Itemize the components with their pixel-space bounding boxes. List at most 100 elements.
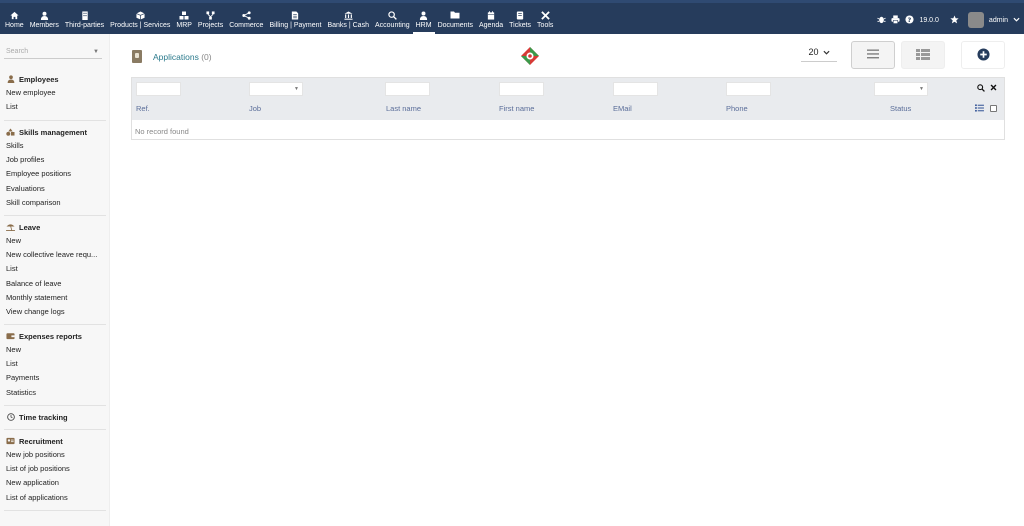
- sidebar-item-skills[interactable]: Skills: [0, 139, 104, 153]
- sidebar-title-time-tracking[interactable]: Time tracking: [0, 410, 110, 424]
- clear-filter-icon[interactable]: [990, 84, 997, 91]
- sidebar-section-time-tracking: Time tracking: [0, 410, 110, 424]
- sidebar-item-new-collective-leave[interactable]: New collective leave requ...: [0, 248, 104, 262]
- menu-projects[interactable]: Projects: [195, 6, 226, 34]
- sidebar-item-new-expense[interactable]: New: [0, 343, 104, 357]
- sidebar-item-evaluations[interactable]: Evaluations: [0, 182, 104, 196]
- caret-down-icon: ▼: [294, 86, 299, 92]
- sidebar-search-input[interactable]: Search ▼: [4, 45, 102, 59]
- filter-firstname-input[interactable]: [499, 82, 544, 96]
- column-header-status[interactable]: Status: [890, 104, 911, 113]
- building-icon: [80, 10, 90, 20]
- sidebar-item-new-job-positions[interactable]: New job positions: [0, 448, 104, 462]
- menu-billing-payment[interactable]: Billing | Payment: [266, 6, 324, 34]
- sidebar-item-balance-of-leave[interactable]: Balance of leave: [0, 277, 104, 291]
- sidebar-title-employees[interactable]: Employees: [0, 72, 110, 86]
- sidebar-item-view-change-logs[interactable]: View change logs: [0, 305, 104, 319]
- page-title: Applications (0): [153, 52, 212, 62]
- filter-lastname-input[interactable]: [385, 82, 430, 96]
- sidebar-divider: [4, 510, 106, 511]
- search-dollar-icon: [387, 10, 397, 20]
- page-size-select[interactable]: 20: [801, 42, 837, 62]
- avatar[interactable]: [967, 12, 984, 28]
- sidebar-title-expenses[interactable]: Expenses reports: [0, 329, 110, 343]
- main-menu: Home Members Third-parties Products | Se…: [2, 6, 556, 34]
- menu-banks-cash[interactable]: Banks | Cash: [324, 6, 372, 34]
- caret-down-icon[interactable]: ▼: [93, 45, 99, 59]
- star-icon[interactable]: [950, 14, 959, 26]
- plus-circle-icon: [976, 47, 990, 63]
- column-header-phone[interactable]: Phone: [726, 104, 748, 113]
- members-icon: [39, 10, 49, 20]
- user-tie-icon: [419, 10, 429, 20]
- filter-ref-input[interactable]: [136, 82, 181, 96]
- sidebar-title-leave[interactable]: Leave: [0, 220, 110, 234]
- column-header-firstname[interactable]: First name: [499, 104, 534, 113]
- column-header-email[interactable]: EMail: [613, 104, 632, 113]
- sidebar-item-payments[interactable]: Payments: [0, 371, 104, 385]
- record-count: (0): [201, 52, 212, 62]
- column-header-job[interactable]: Job: [249, 104, 261, 113]
- sidebar-title-recruitment[interactable]: Recruitment: [0, 434, 110, 448]
- company-logo: [521, 47, 539, 65]
- version-label: 19.0.0: [919, 16, 939, 24]
- cube-icon: [135, 10, 145, 20]
- column-select-icon[interactable]: [975, 104, 984, 112]
- list-view-button[interactable]: [851, 41, 895, 69]
- topbar-right-tools: ? 19.0.0 admin: [877, 12, 1020, 28]
- chevron-down-icon[interactable]: [1013, 17, 1020, 24]
- grid-icon: [916, 48, 930, 62]
- home-icon: [9, 10, 19, 20]
- menu-hrm[interactable]: HRM: [412, 6, 435, 34]
- ticket-icon: [515, 10, 525, 20]
- user-name[interactable]: admin: [989, 17, 1008, 24]
- bug-icon[interactable]: [877, 15, 887, 26]
- menu-tickets[interactable]: Tickets: [506, 6, 534, 34]
- menu-tools[interactable]: Tools: [534, 6, 556, 34]
- sidebar-item-list-of-applications[interactable]: List of applications: [0, 491, 104, 505]
- sidebar-item-skill-comparison[interactable]: Skill comparison: [0, 196, 104, 210]
- menu-documents[interactable]: Documents: [435, 6, 476, 34]
- kanban-view-button[interactable]: [901, 41, 945, 69]
- sidebar-item-new-application[interactable]: New application: [0, 476, 104, 490]
- id-badge-icon: [6, 437, 15, 446]
- menu-agenda[interactable]: Agenda: [476, 6, 506, 34]
- filter-email-input[interactable]: [613, 82, 658, 96]
- menu-mrp[interactable]: MRP: [173, 6, 195, 34]
- menu-home[interactable]: Home: [2, 6, 27, 34]
- select-all-checkbox[interactable]: [990, 105, 997, 112]
- sidebar-item-monthly-statement[interactable]: Monthly statement: [0, 291, 104, 305]
- filter-status-select[interactable]: ▼: [874, 82, 928, 96]
- column-header-lastname[interactable]: Last name: [386, 104, 421, 113]
- sidebar-divider: [4, 120, 106, 121]
- sidebar-item-employee-list[interactable]: List: [0, 100, 104, 114]
- sidebar-title-skills[interactable]: Skills management: [0, 125, 110, 139]
- sidebar-item-expense-list[interactable]: List: [0, 357, 104, 371]
- sidebar-item-new-employee[interactable]: New employee: [0, 86, 104, 100]
- shapes-icon: [6, 128, 15, 137]
- menu-members[interactable]: Members: [27, 6, 62, 34]
- sidebar-item-job-profiles[interactable]: Job profiles: [0, 153, 104, 167]
- sidebar-item-employee-positions[interactable]: Employee positions: [0, 167, 104, 181]
- wallet-icon: [6, 332, 15, 341]
- column-header-ref[interactable]: Ref.: [136, 104, 150, 113]
- filter-phone-input[interactable]: [726, 82, 771, 96]
- sidebar-item-leave-list[interactable]: List: [0, 262, 104, 276]
- share-icon: [241, 10, 251, 20]
- filter-job-select[interactable]: ▼: [249, 82, 303, 96]
- sidebar-item-new-leave[interactable]: New: [0, 234, 104, 248]
- help-icon[interactable]: ?: [905, 14, 915, 26]
- empty-message: No record found: [135, 127, 189, 136]
- caret-down-icon: ▼: [919, 86, 924, 92]
- applications-table: ▼ ▼ Ref. Job Last name First name EMail …: [131, 77, 1005, 140]
- sidebar-item-statistics[interactable]: Statistics: [0, 386, 104, 400]
- menu-third-parties[interactable]: Third-parties: [62, 6, 107, 34]
- sidebar-item-list-job-positions[interactable]: List of job positions: [0, 462, 104, 476]
- user-icon: [6, 75, 15, 84]
- menu-accounting[interactable]: Accounting: [372, 6, 413, 34]
- search-icon[interactable]: [977, 84, 985, 92]
- print-icon[interactable]: [891, 14, 901, 26]
- new-application-button[interactable]: [961, 41, 1005, 69]
- menu-products-services[interactable]: Products | Services: [107, 6, 173, 34]
- menu-commerce[interactable]: Commerce: [226, 6, 266, 34]
